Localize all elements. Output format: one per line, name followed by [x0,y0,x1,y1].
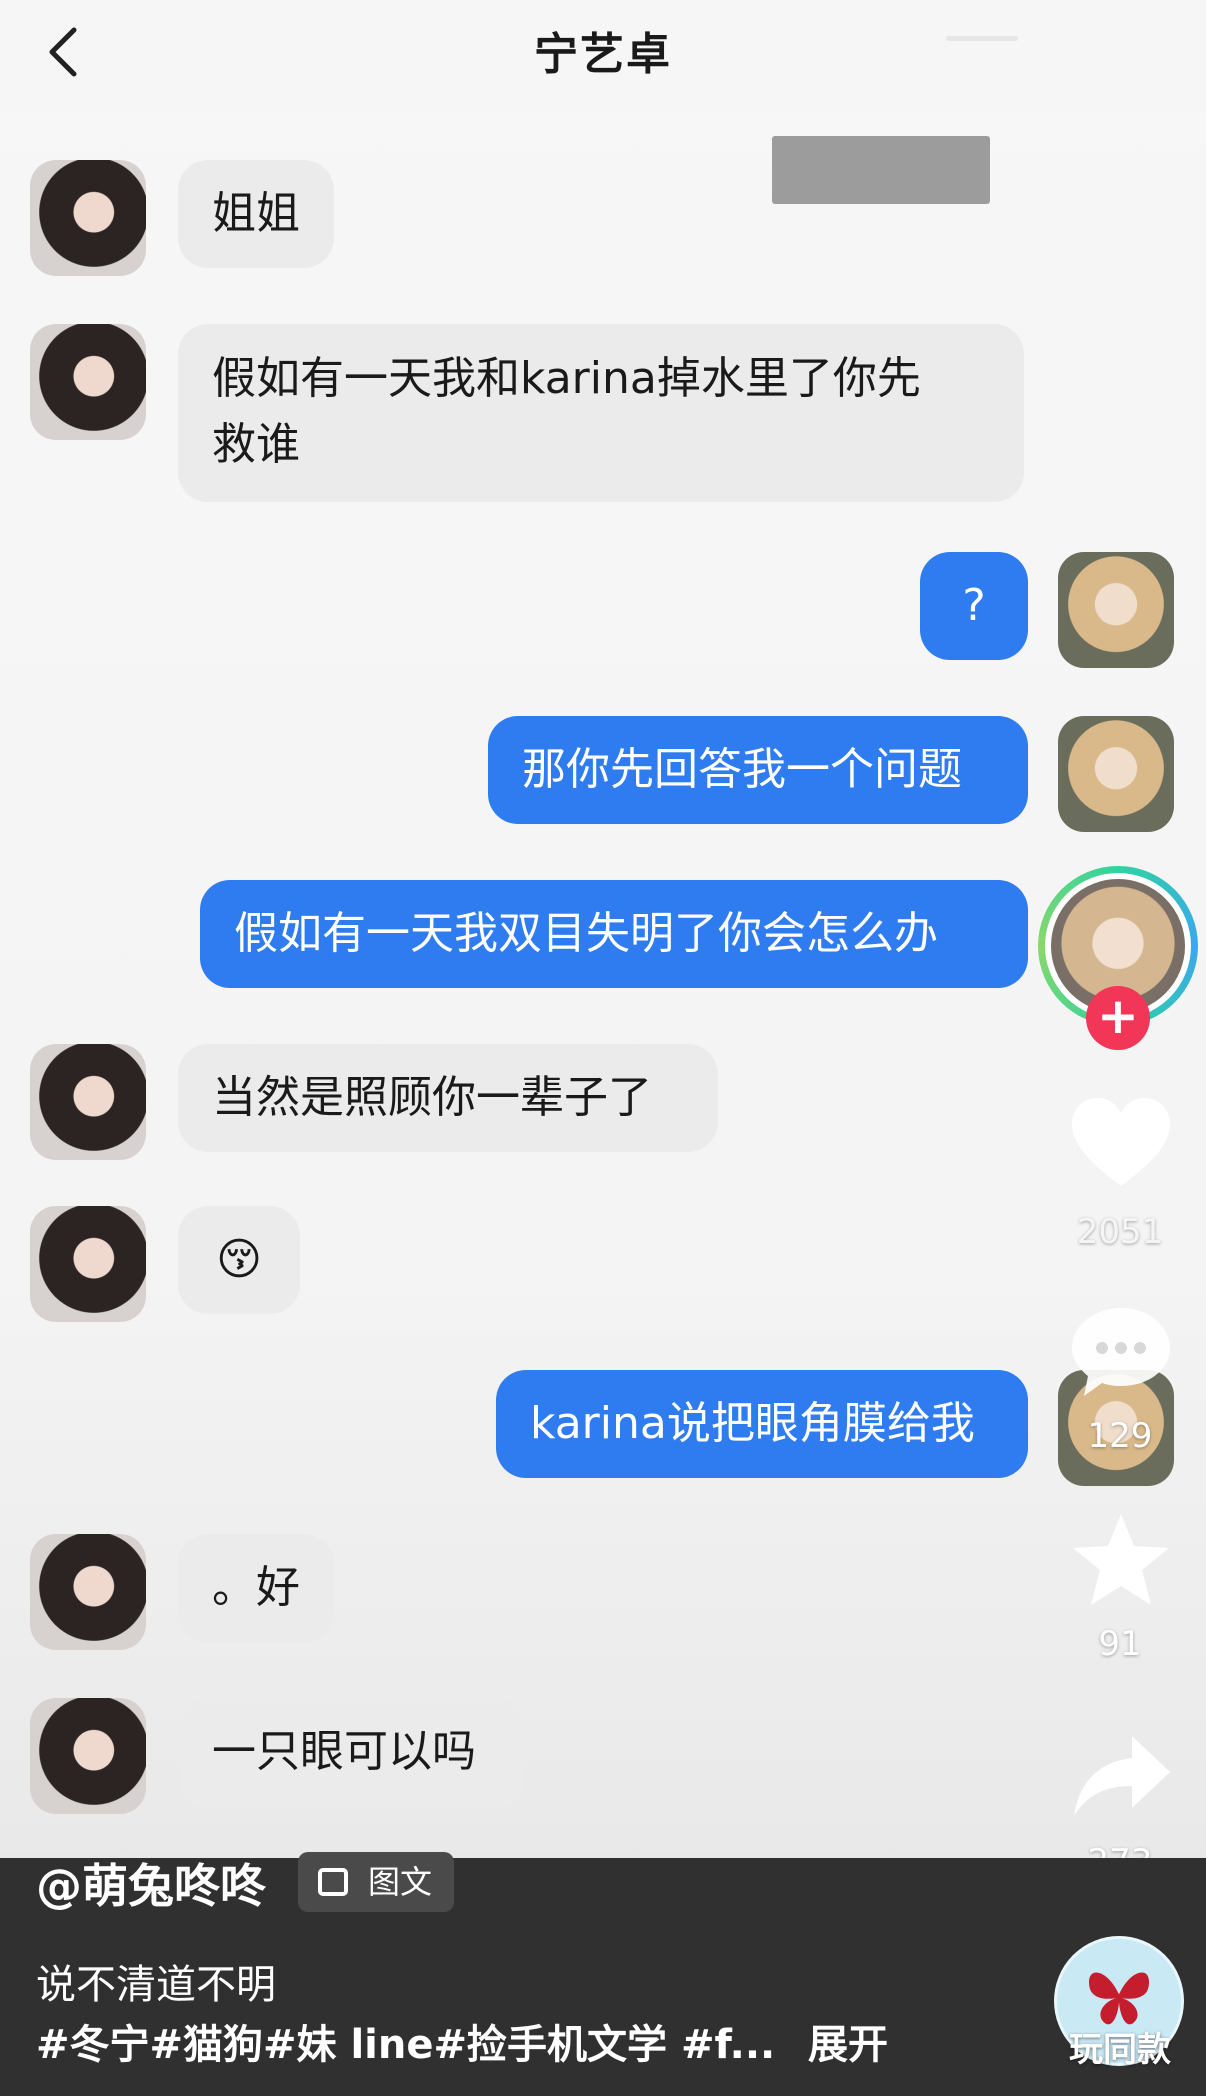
like-heart-icon[interactable] [1066,1094,1176,1194]
follow-button[interactable]: + [1086,986,1150,1050]
contact-avatar[interactable] [30,1206,146,1322]
contact-avatar[interactable] [30,324,146,440]
message-bubble-outgoing: ? [920,552,1028,660]
image-text-icon [318,1868,348,1896]
contact-avatar[interactable] [30,1534,146,1650]
message-bubble-outgoing: 假如有一天我双目失明了你会怎么办 [200,880,1028,988]
chat-title: 宁艺卓 [534,29,672,80]
author-handle[interactable]: @萌兔咚咚 [36,1850,266,1916]
share-arrow-icon[interactable] [1066,1730,1176,1830]
same-style-label: 玩同款 [1069,2030,1171,2070]
message-bubble-incoming: 一只眼可以吗 [178,1698,526,1806]
message-bubble-incoming: 😚 [178,1206,300,1314]
post-hashtags[interactable]: #冬宁#猫狗#妹 line#捡手机文学 #f... [36,2012,775,2070]
post-type-badge: 图文 [298,1852,454,1912]
my-avatar[interactable] [1058,716,1174,832]
favorite-star-icon[interactable] [1066,1510,1176,1610]
message-bubble-incoming: 当然是照顾你一辈子了 [178,1044,718,1152]
contact-avatar[interactable] [30,1044,146,1160]
comment-bubble-icon[interactable] [1066,1302,1176,1402]
message-bubble-outgoing: karina说把眼角膜给我 [496,1370,1028,1478]
chat-header: 宁艺卓 [0,0,1206,110]
like-count: 2051 [1076,1212,1164,1252]
post-type-label: 图文 [368,1863,433,1901]
contact-avatar[interactable] [30,160,146,276]
message-bubble-incoming: 。好 [178,1534,334,1642]
contact-avatar[interactable] [30,1698,146,1814]
favorite-count: 91 [1098,1624,1142,1664]
my-avatar[interactable] [1058,552,1174,668]
expand-link[interactable]: 展开 [808,2012,888,2070]
header-divider [946,36,1018,41]
message-bubble-incoming: 假如有一天我和karina掉水里了你先 救谁 [178,324,1024,502]
blurred-overlay [772,136,990,204]
message-bubble-outgoing: 那你先回答我一个问题 [488,716,1028,824]
post-description: 说不清道不明 [36,1962,276,2008]
comment-count: 129 [1087,1416,1153,1456]
message-bubble-incoming: 姐姐 [178,160,334,268]
